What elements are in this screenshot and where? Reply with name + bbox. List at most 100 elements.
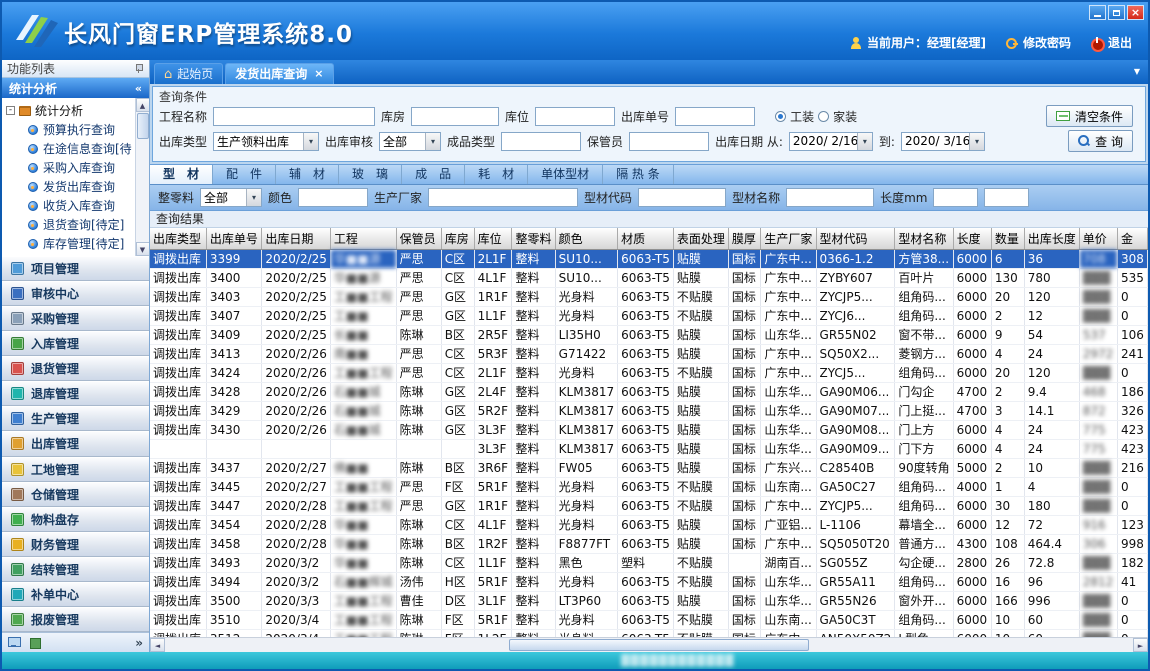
order-no-input[interactable] [675,107,755,126]
column-header[interactable]: 表面处理 [673,228,728,249]
material-tab[interactable]: 辅 材 [276,165,339,184]
close-tab-icon[interactable]: × [314,64,323,84]
tree-scrollbar[interactable]: ▲ ▼ [135,98,149,256]
tree-item[interactable]: 采购入库查询 [6,158,135,177]
column-header[interactable]: 出库长度 [1024,228,1079,249]
apps-icon[interactable] [29,637,42,648]
column-header[interactable]: 颜色 [555,228,617,249]
table-row[interactable]: 调拨出库34452020/2/27工■■工程严思F区5R1F整料光身料6063-… [150,477,1148,496]
table-row[interactable]: 调拨出库34542020/2/28华■■陈琳C区4L1F整料光身料6063-T5… [150,515,1148,534]
pin-icon[interactable] [135,64,144,73]
horizontal-scrollbar[interactable]: ◄ ► [150,637,1148,652]
radio-gongzhuang[interactable] [775,111,786,122]
change-password-button[interactable]: 修改密码 [1006,34,1071,51]
scroll-thumb[interactable] [137,113,149,139]
sidebar-module[interactable]: 出库管理 [2,431,149,456]
sidebar-module[interactable]: 物料盘存 [2,507,149,532]
scroll-down-icon[interactable]: ▼ [136,242,150,256]
sidebar-module[interactable]: 结转管理 [2,557,149,582]
search-button[interactable]: 查 询 [1068,130,1133,152]
tree-root-statistics[interactable]: - 统计分析 [6,101,135,120]
table-row[interactable]: 调拨出库34092020/2/25长■■陈琳B区2R5F整料LI35H06063… [150,325,1148,344]
tree-item[interactable]: 库存管理[待定] [6,234,135,253]
sidebar-module[interactable]: 仓储管理 [2,482,149,507]
table-row[interactable]: 调拨出库34302020/2/26石■■城陈琳G区3L3F整料KLM381760… [150,420,1148,439]
tree-item[interactable]: 在途信息查询[待 [6,139,135,158]
sidebar-module[interactable]: 采购管理 [2,306,149,331]
audit-select[interactable]: 全部 ▾ [379,132,441,151]
column-header[interactable]: 出库单号 [206,228,262,249]
material-tab[interactable]: 玻 璃 [339,165,402,184]
radio-jiazhuang[interactable] [818,111,829,122]
scroll-left-icon[interactable]: ◄ [150,638,165,652]
column-header[interactable]: 生产厂家 [761,228,816,249]
date-from-picker[interactable]: 2020/ 2/16 ▾ [789,132,873,151]
column-header[interactable]: 整零料 [512,228,555,249]
table-row[interactable]: 调拨出库34942020/3/2石■■辉城汤伟H区5R1F整料光身料6063-T… [150,572,1148,591]
column-header[interactable]: 工程 [330,228,396,249]
table-row[interactable]: 调拨出库34132020/2/26南■■严思C区5R3F整料G714226063… [150,344,1148,363]
column-header[interactable]: 金 [1117,228,1147,249]
project-name-input[interactable] [213,107,375,126]
keeper-input[interactable] [629,132,709,151]
table-row[interactable]: 调拨出库34292020/2/26石■■城陈琳G区5R2F整料KLM381760… [150,401,1148,420]
minimize-button[interactable] [1089,5,1106,20]
date-to-picker[interactable]: 2020/ 3/16 ▾ [901,132,985,151]
sidebar-module[interactable]: 入库管理 [2,331,149,356]
table-row[interactable]: 调拨出库34282020/2/26石■■城陈琳G区2L4F整料KLM381760… [150,382,1148,401]
tree-item[interactable]: 收货入库查询 [6,196,135,215]
whole-scrap-select[interactable]: 全部 ▾ [200,188,262,207]
expander-icon[interactable]: - [6,106,15,115]
sidebar-module[interactable]: 生产管理 [2,406,149,431]
location-input[interactable] [535,107,615,126]
table-row[interactable]: 调拨出库34242020/2/26工■■工程严思C区2L1F整料光身料6063-… [150,363,1148,382]
tab-shipping-outbound-query[interactable]: 发货出库查询 × [225,63,333,84]
column-header[interactable]: 保管员 [396,228,441,249]
tree-item[interactable]: 发货出库查询 [6,177,135,196]
column-header[interactable]: 出库类型 [150,228,206,249]
column-header[interactable]: 型材名称 [895,228,953,249]
table-row[interactable]: 调拨出库35002020/3/3工■■工程曹佳D区3L1F整料LT3P60606… [150,591,1148,610]
manufacturer-input[interactable] [428,188,578,207]
table-row[interactable]: 调拨出库33992020/2/25华■■源严思C区2L1F整料SU10...60… [150,249,1148,268]
material-tab[interactable]: 成 品 [402,165,465,184]
column-header[interactable]: 材质 [618,228,674,249]
sidebar-module[interactable]: 工地管理 [2,457,149,482]
column-header[interactable]: 出库日期 [262,228,331,249]
material-tab[interactable]: 型 材 [150,165,213,184]
table-row[interactable]: 调拨出库34072020/2/25工■■严思G区1L1F整料光身料6063-T5… [150,306,1148,325]
table-row[interactable]: 调拨出库34032020/2/25工■■工程严思G区1R1F整料光身料6063-… [150,287,1148,306]
logout-button[interactable]: 退出 [1091,34,1132,51]
column-header[interactable]: 型材代码 [816,228,895,249]
sidebar-module[interactable]: 审核中心 [2,281,149,306]
table-row[interactable]: 调拨出库34472020/2/28工■■工程严思G区1R1F整料光身料6063-… [150,496,1148,515]
material-tab[interactable]: 配 件 [213,165,276,184]
sidebar-module[interactable]: 项目管理 [2,256,149,281]
length-min-input[interactable] [933,188,978,207]
scroll-right-icon[interactable]: ► [1133,638,1148,652]
tree-item[interactable]: 预算执行查询 [6,120,135,139]
sidebar-section-statistics[interactable]: 统计分析 « [2,78,149,98]
column-header[interactable]: 数量 [991,228,1024,249]
table-row[interactable]: 调拨出库34582020/2/28华■■陈琳B区1R2F整料F8877FT606… [150,534,1148,553]
tab-list-dropdown-icon[interactable]: ▼ [1134,67,1140,76]
warehouse-input[interactable] [411,107,499,126]
tab-home[interactable]: ⌂ 起始页 [154,63,223,84]
tree-item[interactable]: 退货查询[待定] [6,215,135,234]
column-header[interactable]: 膜厚 [728,228,760,249]
profile-name-input[interactable] [786,188,874,207]
sidebar-module[interactable]: 报废管理 [2,607,149,632]
table-row[interactable]: 调拨出库34372020/2/27佛■■陈琳B区3R6F整料FW056063-T… [150,458,1148,477]
table-row[interactable]: 调拨出库34002020/2/25华■■源严思C区4L1F整料SU10...60… [150,268,1148,287]
close-button[interactable]: × [1127,5,1144,20]
column-header[interactable]: 长度 [953,228,991,249]
table-row[interactable]: 调拨出库34932020/3/2华■■陈琳C区1L1F整料黑色塑料不贴膜湖南百.… [150,553,1148,572]
column-header[interactable]: 库位 [474,228,512,249]
outbound-type-select[interactable]: 生产领料出库 ▾ [213,132,319,151]
table-row[interactable]: 调拨出库35122020/3/4工■■工程陈琳F区1L2F整料光身料6063-T… [150,629,1148,637]
table-row[interactable]: 3L3F整料KLM38176063-T5贴膜国标山东华...GA90M09...… [150,439,1148,458]
product-type-input[interactable] [501,132,581,151]
sidebar-module[interactable]: 退库管理 [2,381,149,406]
hscroll-thumb[interactable] [509,639,808,651]
clear-button[interactable]: 清空条件 [1046,105,1133,127]
